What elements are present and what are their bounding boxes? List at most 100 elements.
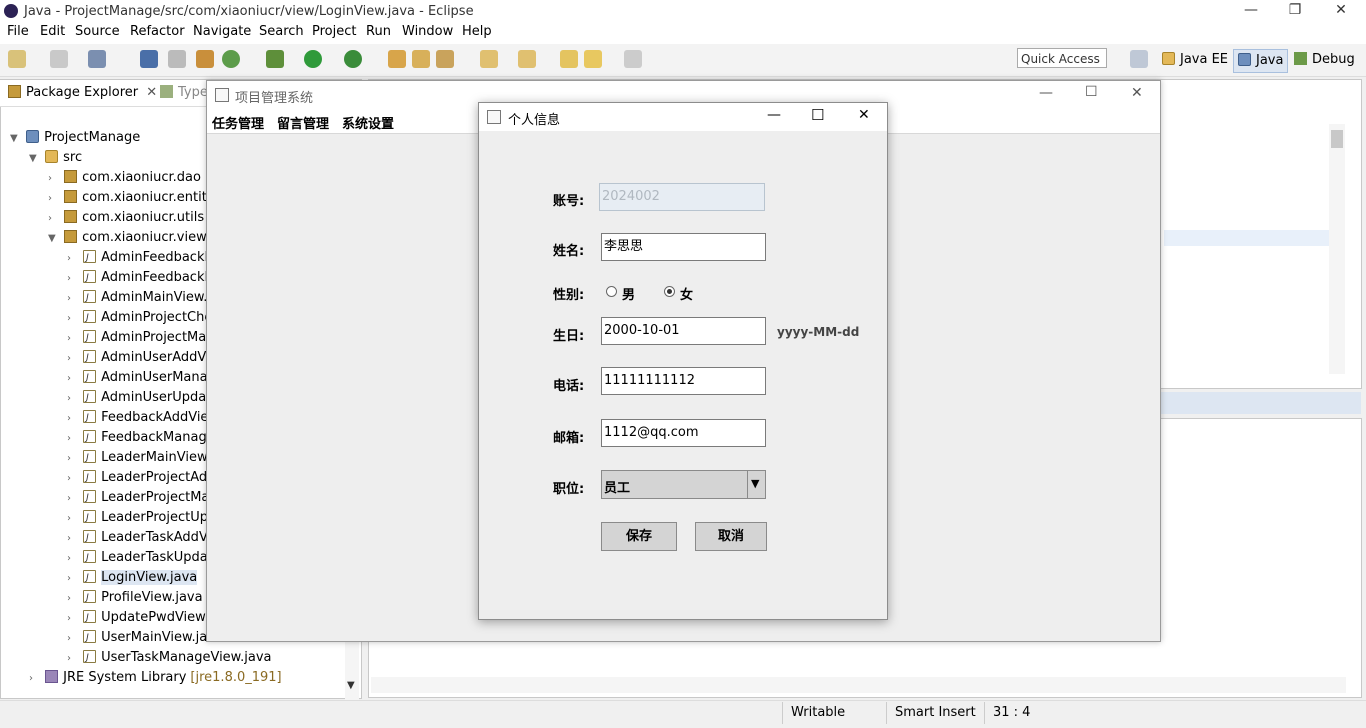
account-label: 账号: [553, 194, 585, 209]
expand-toggle-icon[interactable]: › [67, 249, 79, 269]
expand-toggle-icon[interactable]: › [67, 269, 79, 289]
tab-type-hierarchy[interactable]: Type [160, 85, 208, 100]
menu-navigate[interactable]: Navigate [193, 24, 251, 39]
email-field[interactable]: 1112@qq.com [601, 419, 766, 447]
expand-toggle-icon[interactable]: › [67, 549, 79, 569]
expand-toggle-icon[interactable]: ▼ [48, 229, 60, 249]
pm-close-button[interactable]: ✕ [1131, 85, 1143, 101]
tree-java-file[interactable]: › UserTaskManageView.java [10, 648, 350, 668]
expand-toggle-icon[interactable]: ▼ [29, 149, 41, 169]
quick-access-input[interactable]: Quick Access [1017, 48, 1107, 68]
menu-help[interactable]: Help [462, 24, 492, 39]
expand-toggle-icon[interactable]: › [48, 189, 60, 209]
save-icon[interactable] [50, 50, 68, 68]
menu-edit[interactable]: Edit [40, 24, 65, 39]
expand-toggle-icon[interactable]: › [67, 369, 79, 389]
run-external-icon[interactable] [344, 50, 362, 68]
expand-toggle-icon[interactable]: › [67, 569, 79, 589]
tab-package-explorer[interactable]: Package Explorer ✕ [8, 85, 157, 100]
expand-toggle-icon[interactable]: › [67, 309, 79, 329]
open-perspective-icon[interactable] [1130, 50, 1148, 68]
scroll-down-icon[interactable]: ▼ [347, 680, 355, 691]
close-tab-icon[interactable]: ✕ [146, 85, 157, 100]
expand-toggle-icon[interactable]: › [67, 589, 79, 609]
editor-scrollbar[interactable] [1329, 124, 1345, 374]
expand-toggle-icon[interactable]: › [48, 209, 60, 229]
dialog-minimize-button[interactable]: — [767, 107, 781, 123]
prev-annotation-icon[interactable] [518, 50, 536, 68]
forward-icon[interactable] [624, 50, 642, 68]
status-cursor-position: 31 : 4 [993, 705, 1031, 720]
expand-toggle-icon[interactable]: › [48, 169, 60, 189]
pencil-icon[interactable] [436, 50, 454, 68]
java-icon [83, 488, 97, 508]
birthday-field[interactable]: 2000-10-01 [601, 317, 766, 345]
menu-message-management[interactable]: 留言管理 [277, 113, 329, 132]
perspective-debug[interactable]: Debug [1290, 49, 1359, 71]
skip-breakpoints-icon[interactable] [168, 50, 186, 68]
save-all-icon[interactable] [88, 50, 106, 68]
gender-female-label[interactable]: 女 [680, 284, 693, 303]
save-button[interactable]: 保存 [601, 522, 677, 551]
pm-maximize-button[interactable]: ☐ [1085, 84, 1098, 100]
console-icon[interactable] [140, 50, 158, 68]
window-minimize-button[interactable]: — [1231, 2, 1271, 22]
expand-toggle-icon[interactable]: › [67, 649, 79, 669]
menu-window[interactable]: Window [402, 24, 453, 39]
menu-file[interactable]: File [7, 24, 29, 39]
name-field[interactable]: 李思思 [601, 233, 766, 261]
expand-toggle-icon[interactable]: › [67, 329, 79, 349]
run-icon[interactable] [304, 50, 322, 68]
expand-toggle-icon[interactable]: › [67, 629, 79, 649]
perspective-java[interactable]: Java [1233, 49, 1289, 73]
expand-toggle-icon[interactable]: › [67, 469, 79, 489]
open-type-icon[interactable] [388, 50, 406, 68]
gender-male-radio[interactable] [606, 286, 617, 297]
pm-minimize-button[interactable]: — [1039, 85, 1053, 101]
expand-toggle-icon[interactable]: › [67, 429, 79, 449]
dialog-close-button[interactable]: ✕ [858, 107, 870, 123]
expand-toggle-icon[interactable]: › [67, 529, 79, 549]
tree-jre-library[interactable]: › JRE System Library [jre1.8.0_191] [10, 668, 350, 688]
window-maximize-button[interactable]: ❐ [1275, 2, 1315, 22]
cancel-button[interactable]: 取消 [695, 522, 767, 551]
gender-male-label[interactable]: 男 [622, 284, 635, 303]
editor-scroll-thumb[interactable] [1331, 130, 1343, 148]
last-edit-icon[interactable] [560, 50, 578, 68]
new-icon[interactable] [8, 50, 26, 68]
position-select-arrow[interactable]: ▼ [747, 470, 766, 499]
expand-toggle-icon[interactable]: › [67, 389, 79, 409]
open-folder-icon[interactable] [412, 50, 430, 68]
refresh-icon[interactable] [222, 50, 240, 68]
window-close-button[interactable]: ✕ [1321, 2, 1361, 22]
perspective-java-ee[interactable]: Java EE [1158, 49, 1232, 71]
bottom-horizontal-scrollbar[interactable] [371, 677, 1346, 693]
expand-toggle-icon[interactable]: › [29, 669, 41, 689]
expand-toggle-icon[interactable]: › [67, 289, 79, 309]
debug-icon[interactable] [266, 50, 284, 68]
menu-run[interactable]: Run [366, 24, 391, 39]
expand-toggle-icon[interactable]: ▼ [10, 129, 22, 149]
gender-female-radio[interactable] [664, 286, 675, 297]
position-select-value: 员工 [604, 481, 631, 496]
expand-toggle-icon[interactable]: › [67, 349, 79, 369]
menu-source[interactable]: Source [75, 24, 120, 39]
package-icon[interactable] [196, 50, 214, 68]
expand-toggle-icon[interactable]: › [67, 609, 79, 629]
menu-refactor[interactable]: Refactor [130, 24, 185, 39]
expand-toggle-icon[interactable]: › [67, 449, 79, 469]
dialog-maximize-button[interactable]: ☐ [811, 106, 824, 124]
next-annotation-icon[interactable] [480, 50, 498, 68]
expand-toggle-icon[interactable]: › [67, 489, 79, 509]
menu-project[interactable]: Project [312, 24, 356, 39]
expand-toggle-icon[interactable]: › [67, 409, 79, 429]
phone-field[interactable]: 11111111112 [601, 367, 766, 395]
position-select[interactable]: 员工 [601, 470, 766, 499]
java-icon [83, 308, 97, 328]
menu-system-settings[interactable]: 系统设置 [342, 113, 394, 132]
menu-search[interactable]: Search [259, 24, 304, 39]
profile-dialog-title-bar: 个人信息 — ☐ ✕ [479, 103, 887, 131]
expand-toggle-icon[interactable]: › [67, 509, 79, 529]
menu-task-management[interactable]: 任务管理 [212, 113, 264, 132]
back-icon[interactable] [584, 50, 602, 68]
